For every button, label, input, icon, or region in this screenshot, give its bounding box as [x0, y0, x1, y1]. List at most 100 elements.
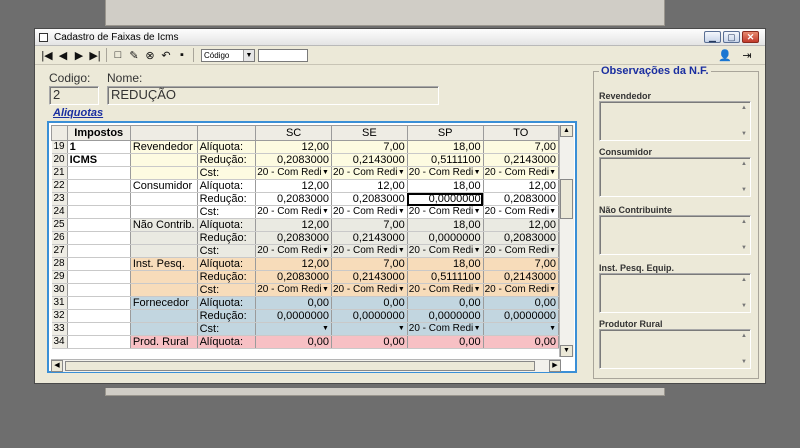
- value-cell[interactable]: 12,00: [255, 257, 332, 271]
- value-cell[interactable]: 18,00: [407, 257, 484, 271]
- value-cell[interactable]: 0,2143000: [483, 153, 559, 167]
- cst-select[interactable]: 20 - Com Redi ▼: [255, 244, 332, 258]
- imposto-cell[interactable]: [67, 335, 131, 349]
- cst-select[interactable]: 20 - Com Redi ▼: [483, 205, 559, 219]
- imposto-cell[interactable]: [67, 283, 131, 297]
- imposto-cell[interactable]: 1: [67, 140, 131, 154]
- scroll-left-icon[interactable]: ◀: [51, 360, 63, 372]
- grid-horizontal-scrollbar[interactable]: ◀ ▶: [51, 359, 561, 372]
- imposto-cell[interactable]: [67, 296, 131, 310]
- cst-select[interactable]: 20 - Com Redi ▼: [331, 166, 408, 180]
- value-cell[interactable]: 0,00: [407, 296, 484, 310]
- value-cell[interactable]: 0,2083000: [255, 270, 332, 284]
- value-cell[interactable]: 0,00: [331, 335, 408, 349]
- value-cell[interactable]: 7,00: [331, 257, 408, 271]
- prev-record-icon[interactable]: ◀: [55, 47, 71, 63]
- cst-select[interactable]: 20 - Com Redi ▼: [407, 205, 484, 219]
- value-cell[interactable]: 12,00: [255, 218, 332, 232]
- value-cell[interactable]: 0,2083000: [255, 192, 332, 206]
- exit-icon[interactable]: ⇥: [739, 47, 755, 63]
- header-state-sp[interactable]: SP: [406, 125, 484, 141]
- scroll-up-icon[interactable]: ▲: [560, 125, 573, 137]
- value-cell[interactable]: 0,00: [407, 335, 484, 349]
- cst-select[interactable]: 20 - Com Redi ▼: [255, 205, 332, 219]
- search-input[interactable]: [258, 48, 308, 62]
- delete-icon[interactable]: ⊗: [142, 47, 158, 63]
- obs-nao-contribuinte-textarea[interactable]: ▲ ▼: [599, 215, 751, 255]
- cst-select[interactable]: 20 - Com Redi ▼: [483, 166, 559, 180]
- header-state-se[interactable]: SE: [330, 125, 408, 141]
- imposto-cell[interactable]: [67, 244, 131, 258]
- value-cell[interactable]: 12,00: [483, 218, 559, 232]
- new-icon[interactable]: □: [110, 47, 126, 63]
- imposto-cell[interactable]: [67, 322, 131, 336]
- obs-revendedor-textarea[interactable]: ▲ ▼: [599, 101, 751, 141]
- value-cell[interactable]: 0,00: [483, 335, 559, 349]
- cst-select[interactable]: 20 - Com Redi ▼: [331, 283, 408, 297]
- value-cell[interactable]: 0,2083000: [483, 192, 559, 206]
- imposto-cell[interactable]: [67, 166, 131, 180]
- obs-inst-pesq-textarea[interactable]: ▲ ▼: [599, 273, 751, 313]
- value-cell[interactable]: 7,00: [331, 218, 408, 232]
- value-cell[interactable]: 0,0000000: [255, 309, 332, 323]
- scroll-right-icon[interactable]: ▶: [549, 360, 561, 372]
- value-cell[interactable]: 0,0000000: [331, 309, 408, 323]
- imposto-cell[interactable]: [67, 179, 131, 193]
- imposto-cell[interactable]: [67, 257, 131, 271]
- obs-consumidor-textarea[interactable]: ▲ ▼: [599, 157, 751, 197]
- cst-select[interactable]: 20 - Com Redi ▼: [255, 283, 332, 297]
- cst-select[interactable]: 20 - Com Redi ▼: [331, 244, 408, 258]
- grid-vertical-scrollbar[interactable]: ▲ ▼: [559, 125, 574, 357]
- value-cell[interactable]: 12,00: [255, 140, 332, 154]
- cst-select[interactable]: 20 - Com Redi ▼: [483, 283, 559, 297]
- imposto-cell[interactable]: [67, 218, 131, 232]
- undo-icon[interactable]: ↶: [158, 47, 174, 63]
- help-icon[interactable]: 👤: [717, 47, 733, 63]
- cst-select[interactable]: ▼: [255, 322, 332, 336]
- edit-icon[interactable]: ✎: [126, 47, 142, 63]
- imposto-cell[interactable]: [67, 231, 131, 245]
- value-cell[interactable]: 0,00: [331, 296, 408, 310]
- value-cell[interactable]: 7,00: [331, 140, 408, 154]
- value-cell[interactable]: 0,2143000: [331, 270, 408, 284]
- value-cell[interactable]: 0,00: [255, 335, 332, 349]
- maximize-button[interactable]: ▢: [723, 31, 740, 43]
- value-cell[interactable]: 0,2143000: [331, 231, 408, 245]
- value-cell[interactable]: 7,00: [483, 140, 559, 154]
- cst-select[interactable]: ▼: [331, 322, 408, 336]
- header-state-to[interactable]: TO: [482, 125, 559, 141]
- nome-field[interactable]: REDUÇÃO: [107, 86, 439, 105]
- obs-produtor-rural-textarea[interactable]: ▲ ▼: [599, 329, 751, 369]
- value-cell[interactable]: 0,0000000: [407, 309, 484, 323]
- cst-select[interactable]: 20 - Com Redi ▼: [255, 166, 332, 180]
- imposto-cell[interactable]: [67, 192, 131, 206]
- next-record-icon[interactable]: ▶: [71, 47, 87, 63]
- scroll-thumb[interactable]: [560, 179, 573, 219]
- value-cell[interactable]: 0,5111100: [407, 270, 484, 284]
- close-button[interactable]: ✕: [742, 31, 759, 43]
- title-bar[interactable]: Cadastro de Faixas de Icms ▁ ▢ ✕: [35, 29, 765, 46]
- value-cell[interactable]: 18,00: [407, 140, 484, 154]
- cst-select[interactable]: ▼: [483, 322, 559, 336]
- scroll-down-icon[interactable]: ▼: [560, 345, 573, 357]
- value-cell[interactable]: 12,00: [331, 179, 408, 193]
- value-cell[interactable]: 7,00: [483, 257, 559, 271]
- value-cell[interactable]: 18,00: [407, 179, 484, 193]
- cst-select[interactable]: 20 - Com Redi ▼: [407, 322, 484, 336]
- last-record-icon[interactable]: ▶|: [87, 47, 103, 63]
- value-cell[interactable]: 0,5111100: [407, 153, 484, 167]
- hscroll-thumb[interactable]: [65, 361, 535, 371]
- value-cell[interactable]: 0,2083000: [255, 231, 332, 245]
- search-field-select[interactable]: Código ▼: [201, 48, 255, 62]
- header-state-sc[interactable]: SC: [255, 125, 332, 141]
- cst-select[interactable]: 20 - Com Redi ▼: [483, 244, 559, 258]
- minimize-button[interactable]: ▁: [704, 31, 721, 43]
- value-cell[interactable]: 12,00: [483, 179, 559, 193]
- imposto-cell[interactable]: [67, 270, 131, 284]
- imposto-cell[interactable]: [67, 205, 131, 219]
- value-cell[interactable]: 0,00: [255, 296, 332, 310]
- imposto-cell[interactable]: ICMS: [67, 153, 131, 167]
- value-cell[interactable]: 0,2083000: [331, 192, 408, 206]
- value-cell[interactable]: 0,0000000: [407, 192, 484, 206]
- value-cell[interactable]: 0,0000000: [407, 231, 484, 245]
